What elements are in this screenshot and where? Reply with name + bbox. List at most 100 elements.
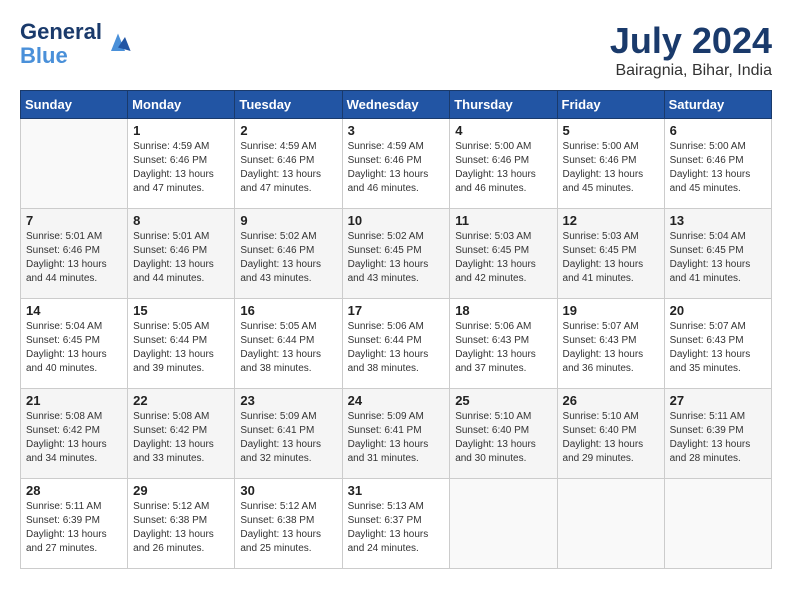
calendar-week-row: 7 Sunrise: 5:01 AM Sunset: 6:46 PM Daylig…: [21, 209, 772, 299]
calendar-day-cell: 18Sunrise: 5:06 AM Sunset: 6:43 PM Dayli…: [450, 299, 557, 389]
calendar-day-cell: 9Sunrise: 5:02 AM Sunset: 6:46 PM Daylig…: [235, 209, 342, 299]
calendar-day-cell: 3 Sunrise: 4:59 AM Sunset: 6:46 PM Daylig…: [342, 119, 450, 209]
page-header: GeneralBlue July 2024 Bairagnia, Bihar, …: [20, 20, 772, 80]
day-info: Sunrise: 5:10 AM Sunset: 6:40 PM Dayligh…: [455, 410, 551, 466]
day-info: Sunrise: 5:07 AM Sunset: 6:43 PM Dayligh…: [563, 320, 659, 376]
day-info: Sunrise: 5:11 AM Sunset: 6:39 PM Dayligh…: [670, 410, 766, 466]
day-number: 2: [240, 123, 336, 138]
day-info: Sunrise: 5:02 AM Sunset: 6:45 PM Dayligh…: [348, 230, 445, 286]
day-info: Sunrise: 5:03 AM Sunset: 6:45 PM Dayligh…: [563, 230, 659, 286]
day-info: Sunrise: 5:01 AM Sunset: 6:46 PM Dayligh…: [133, 230, 229, 286]
calendar-day-cell: 17Sunrise: 5:06 AM Sunset: 6:44 PM Dayli…: [342, 299, 450, 389]
day-number: 25: [455, 393, 551, 408]
calendar-day-cell: 30 Sunrise: 5:12 AM Sunset: 6:38 PM Dayli…: [235, 479, 342, 569]
day-number: 16: [240, 303, 336, 318]
location-title: Bairagnia, Bihar, India: [610, 62, 772, 80]
weekday-header-cell: Thursday: [450, 91, 557, 119]
day-number: 19: [563, 303, 659, 318]
day-number: 21: [26, 393, 122, 408]
day-info: Sunrise: 5:04 AM Sunset: 6:45 PM Dayligh…: [26, 320, 122, 376]
day-number: 5: [563, 123, 659, 138]
day-number: 26: [563, 393, 659, 408]
weekday-header-cell: Sunday: [21, 91, 128, 119]
weekday-header-cell: Wednesday: [342, 91, 450, 119]
calendar-table: SundayMondayTuesdayWednesdayThursdayFrid…: [20, 90, 772, 569]
day-info: Sunrise: 5:13 AM Sunset: 6:37 PM Dayligh…: [348, 500, 445, 556]
calendar-week-row: 28Sunrise: 5:11 AM Sunset: 6:39 PM Dayli…: [21, 479, 772, 569]
day-info: Sunrise: 4:59 AM Sunset: 6:46 PM Dayligh…: [133, 140, 229, 196]
day-info: Sunrise: 5:04 AM Sunset: 6:45 PM Dayligh…: [670, 230, 766, 286]
calendar-day-cell: 13 Sunrise: 5:04 AM Sunset: 6:45 PM Dayli…: [664, 209, 771, 299]
calendar-day-cell: 8 Sunrise: 5:01 AM Sunset: 6:46 PM Daylig…: [128, 209, 235, 299]
day-info: Sunrise: 5:00 AM Sunset: 6:46 PM Dayligh…: [455, 140, 551, 196]
day-number: 8: [133, 213, 229, 228]
weekday-header-cell: Tuesday: [235, 91, 342, 119]
calendar-day-cell: 16 Sunrise: 5:05 AM Sunset: 6:44 PM Dayli…: [235, 299, 342, 389]
day-number: 29: [133, 483, 229, 498]
calendar-day-cell: 11 Sunrise: 5:03 AM Sunset: 6:45 PM Dayli…: [450, 209, 557, 299]
day-number: 22: [133, 393, 229, 408]
calendar-day-cell: 19 Sunrise: 5:07 AM Sunset: 6:43 PM Dayli…: [557, 299, 664, 389]
weekday-header-cell: Saturday: [664, 91, 771, 119]
calendar-day-cell: 4 Sunrise: 5:00 AM Sunset: 6:46 PM Daylig…: [450, 119, 557, 209]
logo-text: GeneralBlue: [20, 20, 102, 68]
calendar-day-cell: 14 Sunrise: 5:04 AM Sunset: 6:45 PM Dayli…: [21, 299, 128, 389]
calendar-day-cell: 2Sunrise: 4:59 AM Sunset: 6:46 PM Daylig…: [235, 119, 342, 209]
day-info: Sunrise: 5:10 AM Sunset: 6:40 PM Dayligh…: [563, 410, 659, 466]
day-number: 20: [670, 303, 766, 318]
day-number: 27: [670, 393, 766, 408]
day-number: 14: [26, 303, 122, 318]
day-info: Sunrise: 5:09 AM Sunset: 6:41 PM Dayligh…: [348, 410, 445, 466]
day-number: 6: [670, 123, 766, 138]
calendar-day-cell: [450, 479, 557, 569]
calendar-day-cell: 24 Sunrise: 5:09 AM Sunset: 6:41 PM Dayli…: [342, 389, 450, 479]
day-info: Sunrise: 5:07 AM Sunset: 6:43 PM Dayligh…: [670, 320, 766, 376]
day-number: 13: [670, 213, 766, 228]
day-info: Sunrise: 5:00 AM Sunset: 6:46 PM Dayligh…: [670, 140, 766, 196]
day-info: Sunrise: 5:00 AM Sunset: 6:46 PM Dayligh…: [563, 140, 659, 196]
month-title: July 2024: [610, 20, 772, 62]
day-number: 23: [240, 393, 336, 408]
calendar-day-cell: 6 Sunrise: 5:00 AM Sunset: 6:46 PM Daylig…: [664, 119, 771, 209]
day-number: 17: [348, 303, 445, 318]
day-info: Sunrise: 5:01 AM Sunset: 6:46 PM Dayligh…: [26, 230, 122, 286]
day-info: Sunrise: 5:09 AM Sunset: 6:41 PM Dayligh…: [240, 410, 336, 466]
day-number: 4: [455, 123, 551, 138]
calendar-day-cell: [557, 479, 664, 569]
day-info: Sunrise: 5:02 AM Sunset: 6:46 PM Dayligh…: [240, 230, 336, 286]
logo: GeneralBlue: [20, 20, 132, 68]
day-info: Sunrise: 5:12 AM Sunset: 6:38 PM Dayligh…: [133, 500, 229, 556]
calendar-day-cell: 28Sunrise: 5:11 AM Sunset: 6:39 PM Dayli…: [21, 479, 128, 569]
day-number: 30: [240, 483, 336, 498]
day-number: 3: [348, 123, 445, 138]
day-number: 7: [26, 213, 122, 228]
calendar-week-row: 14 Sunrise: 5:04 AM Sunset: 6:45 PM Dayli…: [21, 299, 772, 389]
calendar-week-row: 21 Sunrise: 5:08 AM Sunset: 6:42 PM Dayli…: [21, 389, 772, 479]
day-number: 11: [455, 213, 551, 228]
day-number: 15: [133, 303, 229, 318]
weekday-header-row: SundayMondayTuesdayWednesdayThursdayFrid…: [21, 91, 772, 119]
day-number: 31: [348, 483, 445, 498]
day-number: 10: [348, 213, 445, 228]
calendar-day-cell: 25 Sunrise: 5:10 AM Sunset: 6:40 PM Dayli…: [450, 389, 557, 479]
calendar-day-cell: 7 Sunrise: 5:01 AM Sunset: 6:46 PM Daylig…: [21, 209, 128, 299]
calendar-day-cell: 10 Sunrise: 5:02 AM Sunset: 6:45 PM Dayli…: [342, 209, 450, 299]
calendar-day-cell: [21, 119, 128, 209]
calendar-day-cell: 1Sunrise: 4:59 AM Sunset: 6:46 PM Daylig…: [128, 119, 235, 209]
title-block: July 2024 Bairagnia, Bihar, India: [610, 20, 772, 80]
day-info: Sunrise: 5:05 AM Sunset: 6:44 PM Dayligh…: [240, 320, 336, 376]
day-info: Sunrise: 5:12 AM Sunset: 6:38 PM Dayligh…: [240, 500, 336, 556]
weekday-header-cell: Friday: [557, 91, 664, 119]
day-info: Sunrise: 5:08 AM Sunset: 6:42 PM Dayligh…: [26, 410, 122, 466]
day-info: Sunrise: 5:06 AM Sunset: 6:43 PM Dayligh…: [455, 320, 551, 376]
calendar-day-cell: [664, 479, 771, 569]
weekday-header-cell: Monday: [128, 91, 235, 119]
day-info: Sunrise: 5:03 AM Sunset: 6:45 PM Dayligh…: [455, 230, 551, 286]
day-info: Sunrise: 4:59 AM Sunset: 6:46 PM Dayligh…: [348, 140, 445, 196]
calendar-day-cell: 15Sunrise: 5:05 AM Sunset: 6:44 PM Dayli…: [128, 299, 235, 389]
calendar-day-cell: 23 Sunrise: 5:09 AM Sunset: 6:41 PM Dayli…: [235, 389, 342, 479]
calendar-day-cell: 22 Sunrise: 5:08 AM Sunset: 6:42 PM Dayli…: [128, 389, 235, 479]
calendar-week-row: 1Sunrise: 4:59 AM Sunset: 6:46 PM Daylig…: [21, 119, 772, 209]
day-number: 24: [348, 393, 445, 408]
day-info: Sunrise: 5:08 AM Sunset: 6:42 PM Dayligh…: [133, 410, 229, 466]
